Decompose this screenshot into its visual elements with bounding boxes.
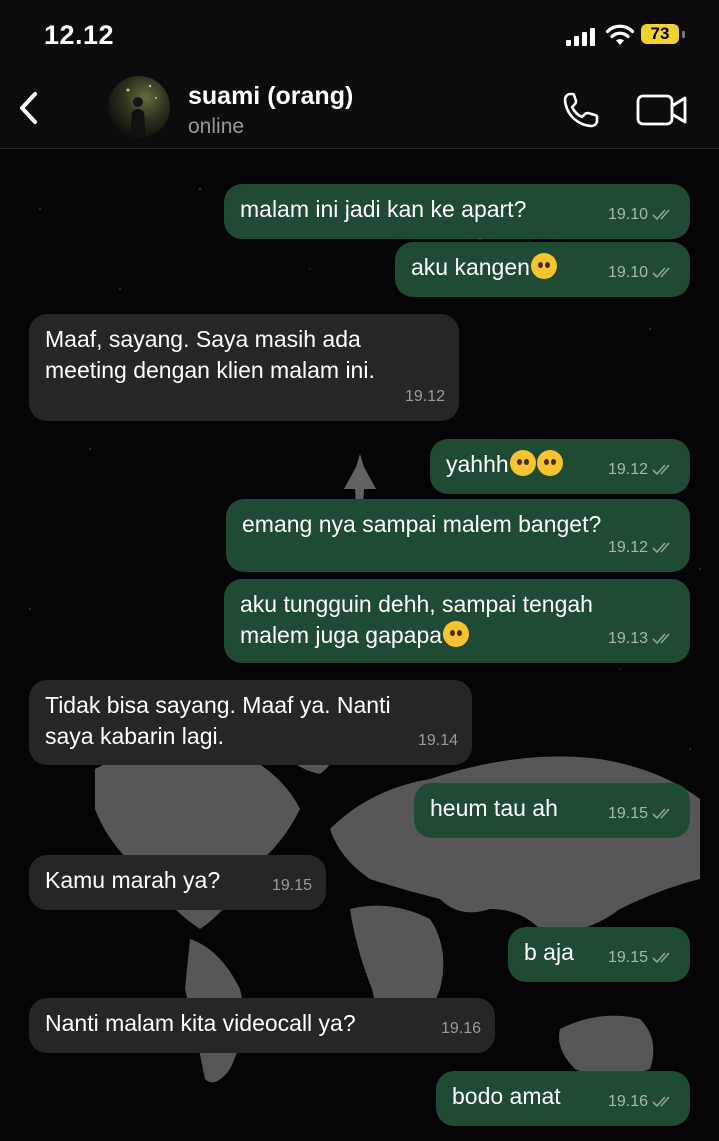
message-meta: 19.16	[608, 1086, 676, 1117]
message-time: 19.15	[271, 877, 312, 894]
outgoing-message-bubble[interactable]: malam ini jadi kan ke apart? 19.10	[224, 184, 690, 239]
outgoing-message-bubble[interactable]: b aja 19.15	[508, 927, 690, 982]
double-check-icon	[652, 266, 670, 278]
incoming-message-bubble[interactable]: Nanti malam kita videocall ya? 19.16	[29, 998, 495, 1053]
chevron-left-icon[interactable]	[14, 88, 44, 128]
contact-name[interactable]: suami (orang)	[188, 82, 353, 111]
message-meta: 19.12	[608, 532, 676, 563]
wifi-icon	[605, 24, 635, 45]
double-check-icon	[652, 951, 670, 963]
message-text: Nanti malam kita videocall ya?	[45, 1010, 356, 1036]
status-time: 12.12	[44, 20, 115, 50]
message-time: 19.15	[607, 949, 648, 966]
contact-status: online	[188, 115, 245, 138]
message-meta: 19.15	[608, 942, 676, 973]
chat-area[interactable]: malam ini jadi kan ke apart? 19.10 aku kan…	[0, 149, 719, 1141]
message-time: 19.10	[607, 264, 648, 281]
message-meta: 19.12	[608, 454, 676, 485]
outgoing-message-bubble[interactable]: emang nya sampai malem banget? 19.12	[226, 499, 690, 572]
outgoing-message-bubble[interactable]: aku kangen 19.10	[395, 242, 690, 297]
persevering-face-emoji-icon	[536, 450, 563, 476]
message-time: 19.13	[607, 630, 648, 647]
incoming-message-bubble[interactable]: Tidak bisa sayang. Maaf ya. Nanti saya k…	[29, 680, 472, 765]
avatar[interactable]	[108, 76, 170, 138]
pensive-face-emoji-icon	[509, 450, 536, 476]
message-time: 19.12	[404, 388, 445, 405]
double-check-icon	[652, 463, 670, 475]
message-time: 19.12	[607, 461, 648, 478]
pleading-face-emoji-icon	[443, 621, 470, 647]
double-check-icon	[652, 632, 670, 644]
incoming-message-bubble[interactable]: Kamu marah ya? 19.15	[29, 855, 326, 910]
message-time: 19.14	[417, 732, 458, 749]
message-text: Maaf, sayang. Saya masih ada meeting den…	[45, 326, 375, 383]
message-text: Tidak bisa sayang. Maaf ya. Nanti saya k…	[45, 692, 391, 749]
message-meta: 19.13	[608, 623, 676, 654]
message-time: 19.12	[607, 539, 648, 556]
chat-header: suami (orang) online	[0, 70, 719, 149]
message-time: 19.16	[440, 1020, 481, 1037]
double-check-icon	[652, 807, 670, 819]
phone-icon[interactable]	[560, 90, 602, 130]
message-meta: 19.15	[272, 870, 312, 901]
message-meta: 19.10	[608, 199, 676, 230]
message-time: 19.10	[607, 206, 648, 223]
battery-icon: 73	[641, 24, 687, 46]
pleading-face-emoji-icon	[530, 253, 557, 279]
message-meta: 19.10	[608, 257, 676, 288]
message-text: Kamu marah ya?	[45, 867, 221, 893]
video-camera-icon[interactable]	[636, 92, 688, 128]
message-meta: 19.12	[405, 381, 445, 412]
message-time: 19.15	[607, 805, 648, 822]
double-check-icon	[652, 541, 670, 553]
outgoing-message-bubble[interactable]: bodo amat 19.16	[436, 1071, 690, 1126]
incoming-message-bubble[interactable]: Maaf, sayang. Saya masih ada meeting den…	[29, 314, 459, 421]
outgoing-message-bubble[interactable]: aku tungguin dehh, sampai tengah malem j…	[224, 579, 690, 663]
message-meta: 19.15	[608, 798, 676, 829]
outgoing-message-bubble[interactable]: heum tau ah 19.15	[414, 783, 690, 838]
message-meta: 19.14	[418, 725, 458, 756]
status-bar: 12.12 73	[0, 0, 719, 70]
battery-level: 73	[641, 24, 679, 44]
message-time: 19.16	[607, 1093, 648, 1110]
double-check-icon	[652, 1095, 670, 1107]
double-check-icon	[652, 208, 670, 220]
cellular-signal-icon	[566, 28, 595, 46]
message-meta: 19.16	[441, 1013, 481, 1044]
outgoing-message-bubble[interactable]: yahhh 19.12	[430, 439, 690, 494]
